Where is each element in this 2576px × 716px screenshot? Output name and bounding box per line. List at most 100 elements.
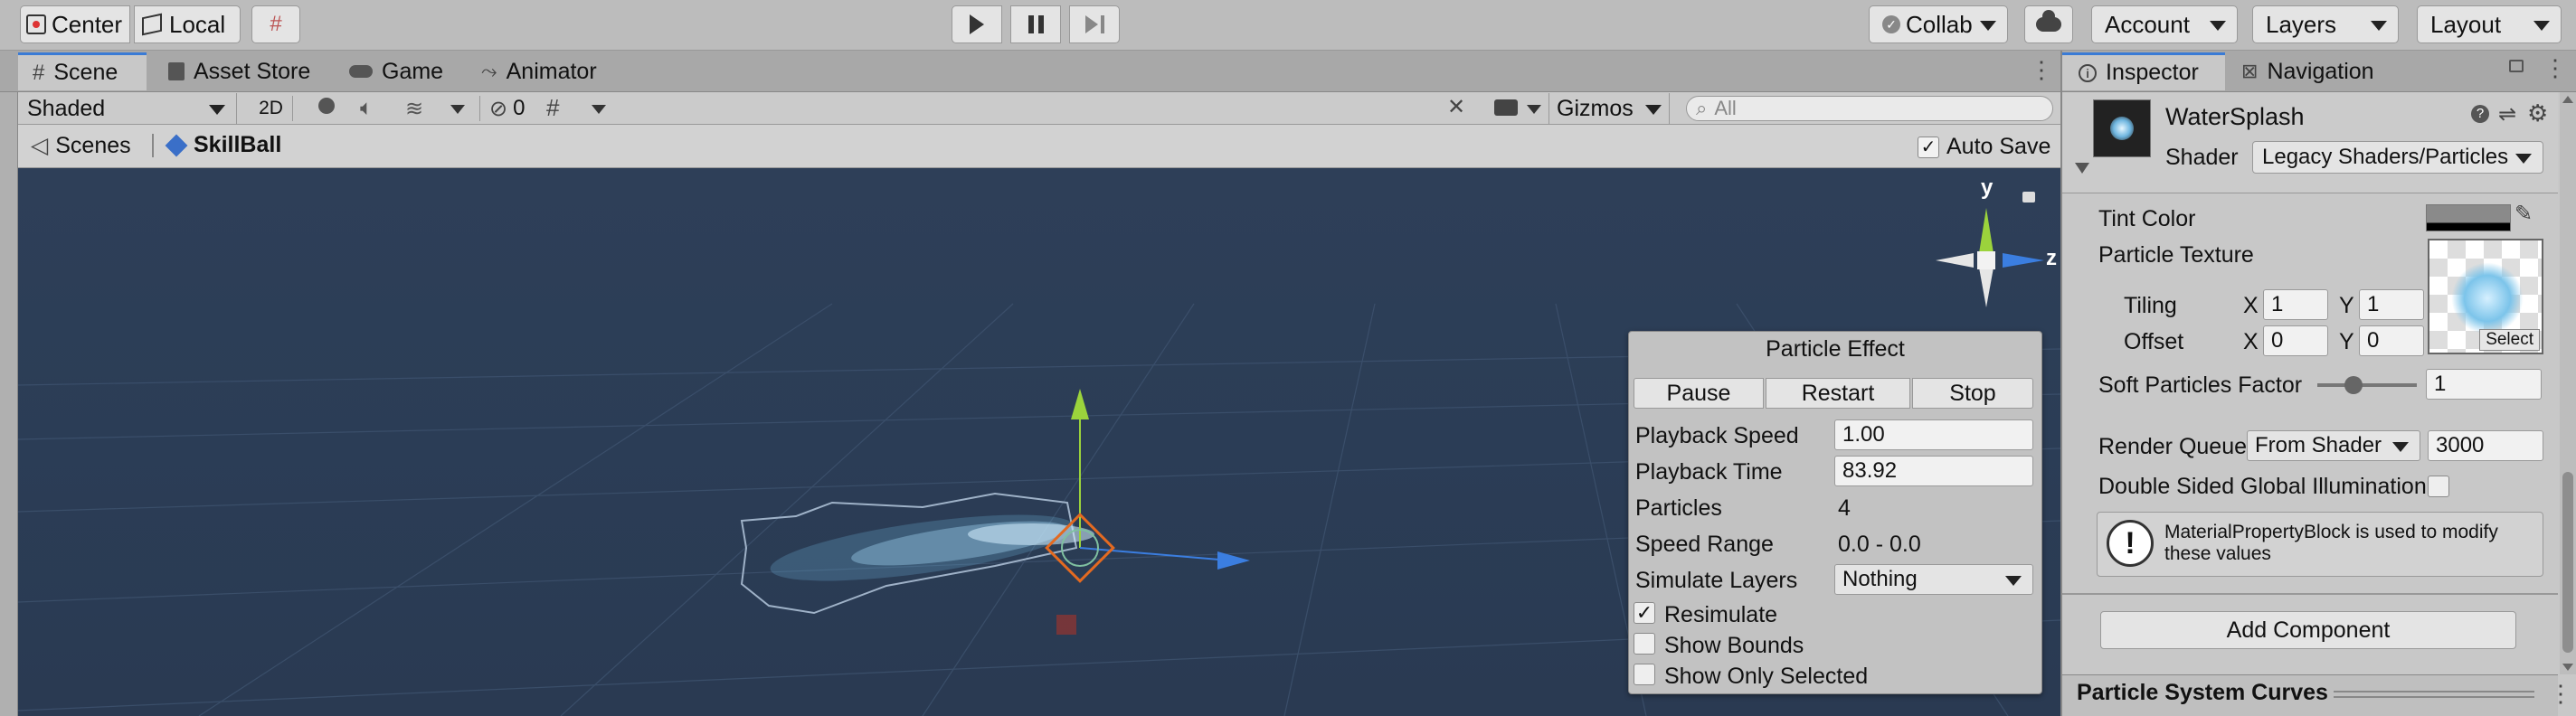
- pivot-local-label: Local: [169, 10, 226, 38]
- cube-icon: [142, 13, 162, 36]
- simulate-layers-dropdown[interactable]: Nothing: [1834, 564, 2033, 595]
- tiling-y-field[interactable]: 1: [2359, 289, 2424, 320]
- particle-stop-button[interactable]: Stop: [1912, 378, 2033, 409]
- tint-color-swatch[interactable]: [2426, 204, 2511, 231]
- tab-animator-label: Animator: [506, 58, 597, 84]
- collab-dropdown[interactable]: ✓ Collab: [1869, 5, 2008, 43]
- tab-scene[interactable]: # Scene: [18, 52, 147, 90]
- inspector-scrollbar[interactable]: [2560, 92, 2576, 674]
- soft-particles-field[interactable]: 1: [2426, 369, 2542, 400]
- inspector-lock-icon[interactable]: [2509, 60, 2524, 72]
- prefab-icon: [165, 134, 188, 156]
- breadcrumb-scenes[interactable]: ◁ Scenes: [31, 132, 131, 159]
- material-preview: [2093, 99, 2151, 157]
- curves-drag-handle[interactable]: [2334, 691, 2534, 698]
- particle-texture-slot[interactable]: Select: [2428, 239, 2543, 354]
- cloud-button[interactable]: [2024, 5, 2073, 43]
- soft-particles-label: Soft Particles Factor: [2098, 372, 2303, 398]
- play-button[interactable]: [952, 5, 1002, 43]
- pivot-local-button[interactable]: Local: [134, 5, 241, 43]
- double-sided-gi-checkbox[interactable]: [2428, 476, 2449, 497]
- playback-time-label: Playback Time: [1635, 459, 1783, 485]
- help-icon[interactable]: ?: [2471, 105, 2489, 123]
- tab-navigation[interactable]: ⊠ Navigation: [2241, 52, 2374, 90]
- grid-visibility-icon[interactable]: #: [546, 94, 559, 122]
- tab-navigation-label: Navigation: [2267, 58, 2374, 84]
- pivot-center-label: Center: [52, 10, 123, 38]
- toggle-2d-button[interactable]: 2D: [250, 96, 293, 121]
- account-dropdown[interactable]: Account: [2091, 5, 2238, 43]
- add-component-button[interactable]: Add Component: [2100, 611, 2516, 649]
- grid-dropdown-icon[interactable]: [592, 105, 606, 114]
- render-queue-dropdown[interactable]: From Shader: [2247, 430, 2420, 461]
- tiling-x-field[interactable]: 1: [2263, 289, 2328, 320]
- chevron-down-icon: [2392, 442, 2409, 452]
- playback-time-field[interactable]: 83.92: [1834, 456, 2033, 486]
- scene-search-input[interactable]: ⌕ All: [1686, 96, 2053, 121]
- grid-snap-button[interactable]: #: [251, 5, 300, 43]
- tab-game-label: Game: [382, 58, 444, 84]
- pause-button[interactable]: [1010, 5, 1061, 43]
- grid-icon: #: [33, 60, 45, 85]
- tab-animator[interactable]: ⤳ Animator: [481, 52, 597, 90]
- gizmo-z-label: z: [2046, 246, 2057, 270]
- scrollbar-thumb[interactable]: [2562, 472, 2573, 653]
- curves-menu-icon[interactable]: ⋮: [2549, 680, 2572, 708]
- info-icon: i: [2079, 63, 2097, 82]
- gizmos-dropdown[interactable]: Gizmos: [1548, 93, 1670, 124]
- chevron-down-icon: [2533, 21, 2550, 31]
- offset-y-field[interactable]: 0: [2359, 325, 2424, 356]
- gizmos-label: Gizmos: [1557, 95, 1634, 121]
- auto-save-checkbox[interactable]: ✓: [1918, 136, 1939, 158]
- auto-save-toggle[interactable]: ✓ Auto Save: [1918, 134, 2050, 160]
- material-name: WaterSplash: [2165, 103, 2305, 130]
- particle-pause-button[interactable]: Pause: [1634, 378, 1764, 409]
- shopping-bag-icon: [168, 62, 185, 80]
- scroll-down-icon[interactable]: [2562, 664, 2573, 671]
- tab-game[interactable]: Game: [349, 52, 443, 90]
- breadcrumb-current[interactable]: SkillBall: [165, 132, 281, 158]
- hidden-objects-toggle[interactable]: ⊘ 0: [479, 96, 525, 121]
- inspector-menu-icon[interactable]: ⋮: [2543, 54, 2567, 82]
- scroll-up-icon[interactable]: [2562, 96, 2573, 103]
- particle-restart-button[interactable]: Restart: [1766, 378, 1910, 409]
- pivot-center-button[interactable]: Center: [20, 5, 130, 43]
- show-only-selected-checkbox[interactable]: [1634, 664, 1655, 685]
- scene-orientation-gizmo[interactable]: y z: [1908, 175, 2057, 325]
- shader-dropdown[interactable]: Legacy Shaders/Particles: [2252, 141, 2543, 174]
- inspector-divider: [2062, 593, 2558, 595]
- settings-gear-icon[interactable]: ⚙: [2527, 99, 2548, 127]
- shading-mode-dropdown[interactable]: Shaded: [20, 93, 237, 124]
- chevron-down-icon: [209, 105, 225, 115]
- scene-tab-menu-icon[interactable]: ⋮: [2030, 56, 2053, 84]
- render-queue-label: Render Queue: [2098, 434, 2248, 459]
- breadcrumb: [18, 125, 2060, 168]
- effects-icon[interactable]: ≋: [405, 96, 423, 122]
- tab-asset-store[interactable]: Asset Store: [168, 52, 310, 90]
- resimulate-checkbox[interactable]: ✓: [1634, 602, 1655, 624]
- render-queue-field[interactable]: 3000: [2428, 430, 2543, 461]
- show-bounds-checkbox[interactable]: [1634, 633, 1655, 655]
- camera-dropdown-icon[interactable]: [1527, 105, 1541, 114]
- texture-select-button[interactable]: Select: [2479, 329, 2540, 351]
- eyedropper-icon[interactable]: ✎: [2514, 201, 2533, 227]
- foldout-arrow-icon[interactable]: [2075, 163, 2089, 174]
- tools-icon[interactable]: ✕: [1447, 94, 1465, 120]
- tab-inspector[interactable]: i Inspector: [2062, 52, 2225, 90]
- layout-dropdown[interactable]: Layout: [2417, 5, 2562, 43]
- speed-range-label: Speed Range: [1635, 532, 1774, 557]
- offset-x-field[interactable]: 0: [2263, 325, 2328, 356]
- playback-speed-field[interactable]: 1.00: [1834, 419, 2033, 450]
- preset-icon[interactable]: ⇌: [2498, 101, 2516, 127]
- effects-dropdown-icon[interactable]: [450, 105, 465, 114]
- soft-particles-slider-track[interactable]: [2317, 383, 2417, 387]
- show-only-selected-label: Show Only Selected: [1664, 664, 1869, 689]
- soft-particles-slider-thumb[interactable]: [2344, 376, 2363, 394]
- camera-icon[interactable]: [1494, 99, 1518, 116]
- step-button[interactable]: [1069, 5, 1120, 43]
- layers-dropdown[interactable]: Layers: [2252, 5, 2399, 43]
- audio-icon[interactable]: 🔈︎: [360, 96, 373, 121]
- left-panel-strip: [0, 92, 18, 716]
- lock-icon[interactable]: [2022, 192, 2035, 203]
- lighting-icon[interactable]: [318, 98, 336, 119]
